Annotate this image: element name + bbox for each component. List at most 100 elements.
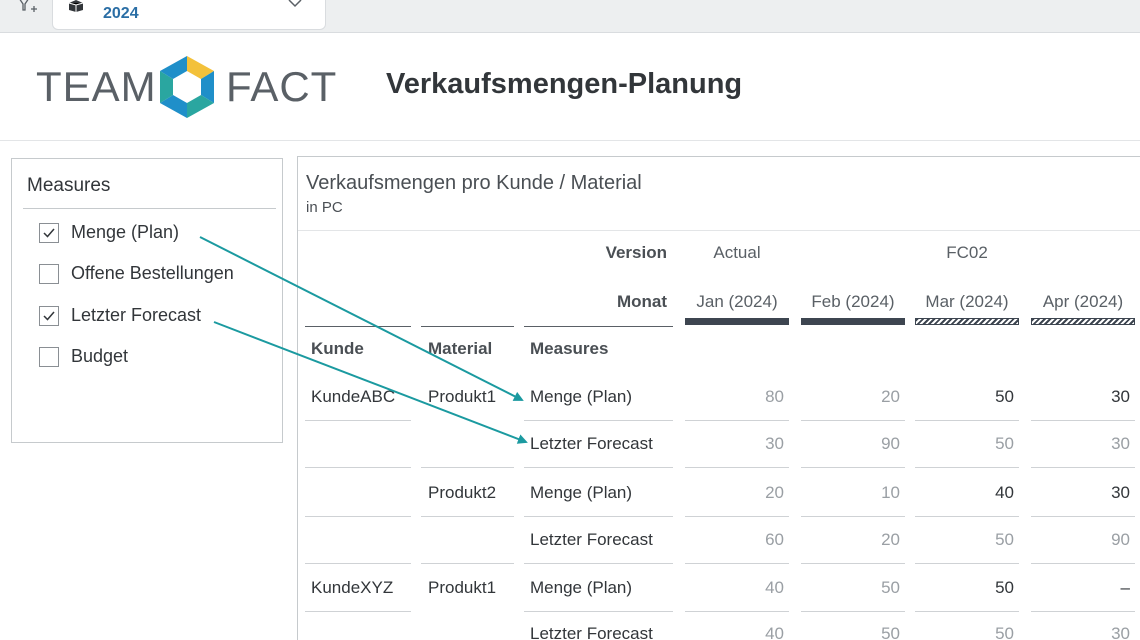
cell-value: 30 [1111,434,1130,453]
month-apr: Apr (2024) [1042,292,1124,311]
forecast-version-bar [915,318,1019,325]
table-title-divider [298,230,1140,231]
row-divider [801,516,905,517]
cell-value-input[interactable]: 50 [915,578,1014,598]
row-divider [1031,420,1135,421]
check-icon [43,228,55,238]
col-header-kunde: Kunde [311,339,364,358]
col-header-material: Material [428,339,493,358]
row-divider [915,611,1019,612]
cell-value-input[interactable]: 30 [1031,387,1130,407]
column-header-rule [305,326,411,327]
row-divider [801,563,905,564]
cell-value: 50 [995,434,1014,453]
cell-value-input[interactable]: 40 [915,483,1014,503]
cell-value: 40 [765,624,784,640]
row-kunde: KundeXYZ [311,578,394,597]
cell-value-input[interactable]: – [1031,578,1130,598]
row-divider [685,467,789,468]
row-divider [305,516,411,517]
cell-value: 60 [765,530,784,549]
row-divider [915,467,1019,468]
row-divider [305,563,411,564]
teamfact-logo: TEAM FACT [36,52,336,122]
cell-value: 80 [765,387,784,406]
row-divider [305,467,411,468]
col-header-measures: Measures [530,339,609,358]
logo-mark-icon [160,56,214,118]
row-divider [1031,467,1135,468]
row-divider [524,516,673,517]
cell-value: 50 [881,624,900,640]
measures-divider [23,208,276,209]
row-divider [524,563,673,564]
cell-value: 20 [765,483,784,502]
cell-value: 30 [765,434,784,453]
row-divider [1031,611,1135,612]
row-divider [915,516,1019,517]
cell-value: 40 [765,578,784,597]
checkbox-checked[interactable] [39,223,59,243]
measure-item-label: Menge (Plan) [71,222,180,242]
page-header: TEAM FACT Verkaufsmengen-Planung [0,34,1140,141]
month-header-label: Monat [616,292,667,311]
row-divider [421,467,514,468]
measures-panel: Measures Menge (Plan) Offene Bestellunge… [11,158,283,443]
checkbox-unchecked[interactable] [39,347,59,367]
row-divider [801,467,905,468]
year-filter-token[interactable]: 2024 [52,0,326,30]
row-divider [1031,563,1135,564]
filter-bar: 2024 [0,0,1140,33]
row-measure: Menge (Plan) [530,387,633,406]
cell-value: 90 [881,434,900,453]
table-title: Verkaufsmengen pro Kunde / Material [306,172,642,194]
cell-value: 20 [881,530,900,549]
version-fc02: FC02 [946,243,988,262]
checkbox-unchecked[interactable] [39,264,59,284]
cell-value: 50 [881,578,900,597]
row-divider [685,420,789,421]
cell-value: 30 [1111,624,1130,640]
row-divider [524,467,673,468]
cell-value: 50 [995,530,1014,549]
table-subtitle: in PC [306,199,343,216]
cell-value: 20 [881,387,900,406]
row-material: Produkt1 [428,578,497,597]
row-divider [421,516,514,517]
row-divider [305,420,411,421]
month-feb: Feb (2024) [811,292,895,311]
version-header-label: Version [605,243,667,262]
month-mar: Mar (2024) [925,292,1009,311]
cell-value-input[interactable]: 30 [1031,483,1130,503]
actual-version-bar [685,318,789,325]
sales-table-panel: Verkaufsmengen pro Kunde / Material in P… [297,156,1140,640]
row-measure: Letzter Forecast [530,624,653,640]
logo-word-fact: FACT [226,63,338,110]
logo-word-team: TEAM [36,63,157,110]
add-filter-icon[interactable] [16,0,40,18]
version-actual: Actual [713,243,761,262]
page-title: Verkaufsmengen-Planung [386,68,743,100]
row-divider [421,563,514,564]
cell-value-input[interactable]: 50 [915,387,1014,407]
row-kunde: KundeABC [311,387,396,406]
row-divider [685,563,789,564]
row-divider [685,611,789,612]
row-material: Produkt1 [428,387,497,406]
row-measure: Letzter Forecast [530,434,653,453]
row-divider [524,420,673,421]
row-divider [915,563,1019,564]
measure-item-label: Budget [71,346,129,366]
row-divider [1031,516,1135,517]
column-header-rule [524,326,673,327]
actual-version-bar [801,318,905,325]
chevron-down-icon[interactable] [285,0,305,11]
cell-value: 50 [995,624,1014,640]
column-header-rule [421,326,514,327]
measure-item-label: Offene Bestellungen [71,263,234,283]
month-jan: Jan (2024) [696,292,778,311]
checkbox-checked[interactable] [39,306,59,326]
measures-panel-title: Measures [27,175,111,196]
row-measure: Menge (Plan) [530,483,633,502]
year-filter-value: 2024 [103,5,139,22]
